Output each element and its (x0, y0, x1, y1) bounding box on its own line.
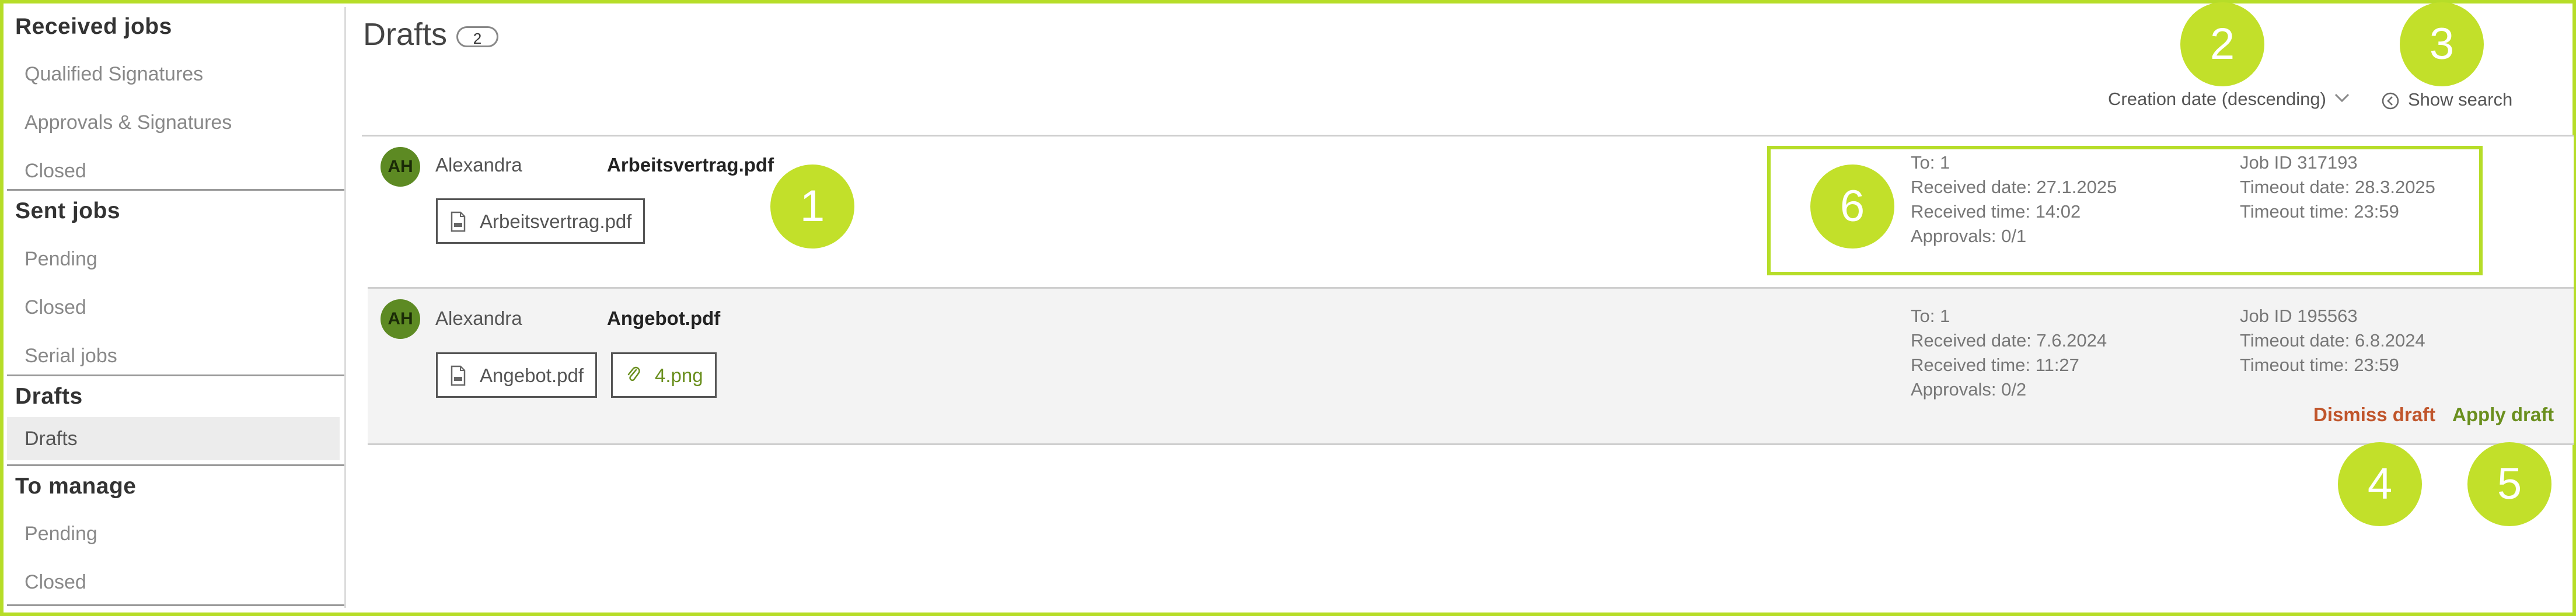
pdf-file-icon (451, 365, 466, 386)
sidebar-item-sent-pending[interactable]: Pending (7, 237, 340, 281)
sidebar-divider (7, 374, 344, 376)
sidebar-item-approvals-signatures[interactable]: Approvals & Signatures (7, 101, 340, 144)
sidebar: Received jobs Qualified Signatures Appro… (7, 7, 346, 608)
recipients-count: To: 1 (1911, 306, 1950, 326)
sidebar-item-manage-pending[interactable]: Pending (7, 512, 340, 555)
approvals-count: Approvals: 0/2 (1911, 379, 2027, 400)
received-date: Received date: 7.6.2024 (1911, 330, 2107, 351)
sidebar-item-manage-closed[interactable]: Closed (7, 561, 340, 604)
sidebar-item-sent-closed[interactable]: Closed (7, 286, 340, 329)
draft-meta-left: To: 1 Received date: 7.6.2024 Received t… (1911, 304, 2107, 402)
avatar: AH (381, 299, 420, 339)
file-chip[interactable]: Arbeitsvertrag.pdf (436, 198, 645, 244)
callout-badge: 1 (770, 164, 854, 249)
document-title[interactable]: Angebot.pdf (607, 307, 720, 330)
callout-badge: 4 (2338, 442, 2422, 526)
draft-row[interactable]: AH Alexandra Angebot.pdf Angebot.pdf 4.p… (368, 289, 2574, 445)
job-id: Job ID 195563 (2240, 306, 2358, 326)
show-search-button[interactable]: Show search (2381, 89, 2512, 110)
chevron-left-circle-icon (2382, 92, 2399, 110)
callout-badge: 5 (2467, 442, 2551, 526)
sidebar-divider (7, 604, 344, 606)
section-title-to-manage: To manage (15, 474, 137, 499)
page-title: Drafts (363, 17, 448, 52)
sidebar-item-received-closed[interactable]: Closed (7, 149, 340, 192)
chevron-down-icon[interactable] (2333, 92, 2351, 107)
sidebar-divider (7, 464, 344, 466)
received-time: Received time: 11:27 (1911, 355, 2079, 375)
section-title-sent-jobs: Sent jobs (15, 198, 121, 223)
attachment-name: 4.png (655, 365, 703, 386)
count-badge: 2 (456, 26, 498, 47)
timeout-time: Timeout time: 23:59 (2240, 355, 2399, 375)
callout-badge: 2 (2180, 2, 2264, 86)
draft-meta-right: Job ID 195563 Timeout date: 6.8.2024 Tim… (2240, 304, 2425, 377)
section-title-received-jobs: Received jobs (15, 14, 172, 39)
avatar: AH (381, 147, 420, 187)
file-chip[interactable]: Angebot.pdf (436, 352, 597, 398)
apply-draft-button[interactable]: Apply draft (2452, 404, 2554, 426)
callout-badge: 3 (2400, 2, 2484, 86)
sender-name: Alexandra (435, 307, 522, 329)
document-title[interactable]: Arbeitsvertrag.pdf (607, 154, 774, 176)
pdf-file-icon (451, 211, 466, 232)
sidebar-item-drafts[interactable]: Drafts (7, 417, 340, 460)
callout-badge: 6 (1810, 164, 1894, 249)
section-title-drafts: Drafts (15, 384, 83, 409)
sort-select[interactable]: Creation date (descending) (2108, 89, 2326, 110)
file-name: Angebot.pdf (480, 365, 584, 386)
timeout-date: Timeout date: 6.8.2024 (2240, 330, 2425, 351)
sender-name: Alexandra (435, 154, 522, 176)
attachment-chip[interactable]: 4.png (611, 352, 717, 398)
show-search-label: Show search (2408, 89, 2513, 110)
sidebar-item-qualified-signatures[interactable]: Qualified Signatures (7, 52, 340, 96)
sidebar-divider (7, 189, 344, 191)
dismiss-draft-button[interactable]: Dismiss draft (2313, 404, 2435, 426)
file-name: Arbeitsvertrag.pdf (480, 211, 632, 232)
sidebar-item-serial-jobs[interactable]: Serial jobs (7, 334, 340, 377)
paperclip-icon (627, 366, 640, 382)
